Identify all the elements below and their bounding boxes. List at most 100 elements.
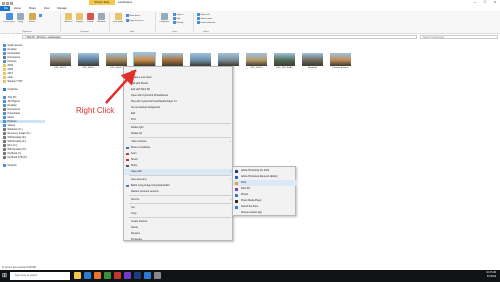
taskbar-app-icon[interactable] xyxy=(104,272,111,279)
open-with-item[interactable]: Choose another app xyxy=(233,210,297,216)
sidebar-item[interactable]: Windows (C:) xyxy=(3,128,23,131)
image-thumbnail[interactable]: DSC_0502-1 xyxy=(246,53,267,70)
start-button[interactable]: ⊞ xyxy=(2,273,8,279)
new-item-button[interactable]: New item ▾ xyxy=(126,14,140,17)
edit-button[interactable]: Edit xyxy=(173,17,180,20)
sidebar-item[interactable]: WD Desktop (F:) xyxy=(3,140,26,143)
rename-button[interactable]: Rename xyxy=(97,13,106,23)
folder-icon xyxy=(3,124,6,127)
taskbar-app-icon[interactable] xyxy=(154,272,161,279)
minimize-button[interactable]: — xyxy=(470,0,480,5)
thumbnail-image xyxy=(274,53,295,66)
image-thumbnail[interactable]: DSC_0462-1 xyxy=(78,53,99,70)
delete-button[interactable]: Delete xyxy=(86,13,95,23)
image-thumbnail[interactable]: DSC_0452-1 xyxy=(50,53,71,70)
copy-to-icon xyxy=(76,13,83,20)
taskbar-app-icon[interactable] xyxy=(134,272,141,279)
sidebar-item[interactable]: edits xyxy=(3,76,13,79)
thumbnail-image xyxy=(302,53,323,66)
sidebar-item[interactable]: Downloads xyxy=(3,52,20,55)
shred-icon xyxy=(126,158,129,162)
taskbar-app-icon[interactable] xyxy=(114,272,121,279)
paste-button[interactable]: Paste xyxy=(27,13,37,23)
context-menu-item[interactable]: Properties xyxy=(124,237,234,243)
taskbar-app-icon[interactable] xyxy=(84,272,91,279)
sidebar-item[interactable]: Network xyxy=(3,164,17,167)
sidebar-item[interactable]: 3D Objects xyxy=(3,100,20,103)
properties-icon xyxy=(161,13,168,20)
image-thumbnail[interactable]: Phoenix Buttress xyxy=(330,53,351,70)
cloud-icon xyxy=(126,146,129,150)
new-folder-icon[interactable] xyxy=(10,1,13,5)
sidebar-item[interactable]: ETL (G:) xyxy=(3,144,17,147)
thumbnail-image xyxy=(50,53,71,66)
new-group-label: New xyxy=(130,31,135,33)
sidebar-item[interactable]: Recovery Image (D:) xyxy=(3,132,31,135)
sidebar-item[interactable]: Pictures xyxy=(0,120,45,123)
picture-tools-tab[interactable]: Picture Tools xyxy=(89,0,115,5)
sidebar-item[interactable]: Documents xyxy=(3,56,20,59)
sidebar-item[interactable]: Downloads xyxy=(3,112,20,115)
new-folder-button[interactable]: New folder xyxy=(113,13,123,23)
pin-quick-access-button[interactable]: Pin to Quick access xyxy=(3,13,15,23)
cut-button[interactable] xyxy=(39,14,43,17)
folder-icon xyxy=(3,96,6,99)
sidebar-item[interactable]: Desktop xyxy=(3,104,17,107)
clipboard-group-label: Clipboard xyxy=(22,31,32,33)
invert-selection-button[interactable]: Invert selection xyxy=(197,21,215,24)
taskbar-app-icon[interactable] xyxy=(94,272,101,279)
taskbar-app-icon[interactable] xyxy=(144,272,151,279)
sidebar-item[interactable]: My Book 3TB (K:) xyxy=(3,156,27,159)
sidebar-item[interactable]: 2019 xyxy=(3,64,13,67)
folder-icon xyxy=(3,156,6,159)
address-bar[interactable]: › This PC › Pictures › Landscapes xyxy=(22,35,417,39)
sidebar-item[interactable]: OneDrive xyxy=(3,88,18,91)
sidebar-item[interactable]: WD Desktop (H:) xyxy=(3,148,26,151)
copy-to-button[interactable]: Copy to xyxy=(75,13,84,23)
select-all-button[interactable]: Select all xyxy=(197,13,209,16)
thumbnail-caption: DSC_0502-1 xyxy=(250,67,263,69)
sidebar-item[interactable]: Pictures xyxy=(3,60,17,63)
search-input[interactable]: Search Landscapes xyxy=(420,35,498,39)
copy-button[interactable]: Copy xyxy=(16,13,25,23)
forward-button[interactable]: → xyxy=(7,35,10,39)
easy-access-button[interactable]: Easy access ▾ xyxy=(126,19,144,22)
sidebar-item[interactable]: Desktop xyxy=(3,48,17,51)
sidebar-item[interactable]: 2018 xyxy=(3,68,13,71)
sidebar-item[interactable]: This PC xyxy=(3,96,16,99)
up-button[interactable]: ↑ xyxy=(12,35,14,39)
taskbar-search-input[interactable]: Type here to search xyxy=(10,272,70,280)
image-thumbnail[interactable]: DSC_0517 E&AC xyxy=(274,53,295,70)
folder-icon xyxy=(3,144,6,147)
sidebar-item[interactable]: Documents xyxy=(3,108,20,111)
open-button[interactable]: Open ▾ xyxy=(173,13,184,16)
folder-icon[interactable] xyxy=(2,1,5,5)
thumbnail-image xyxy=(190,53,211,66)
back-button[interactable]: ← xyxy=(2,35,5,39)
history-icon xyxy=(173,21,176,24)
image-thumbnail[interactable]: Northfield xyxy=(302,53,323,70)
copy-icon xyxy=(17,13,24,20)
clock[interactable]: 10:47 AM 6/7/2019 xyxy=(486,272,496,279)
select-all-icon xyxy=(197,13,200,16)
move-to-button[interactable]: Move to xyxy=(64,13,73,23)
sidebar-item[interactable]: Videos xyxy=(3,124,15,127)
sidebar-item[interactable]: My Book (I:) xyxy=(3,152,21,155)
sidebar-item[interactable]: Quick access xyxy=(3,44,22,47)
taskbar-app-icon[interactable] xyxy=(124,272,131,279)
quick-access-toolbar[interactable] xyxy=(0,1,13,5)
properties-icon[interactable] xyxy=(6,1,9,5)
folder-icon xyxy=(3,80,6,83)
sidebar-item[interactable]: Music xyxy=(3,116,14,119)
sidebar-item[interactable]: Weekly T 537 xyxy=(3,80,23,83)
app-icon xyxy=(235,193,238,197)
navigation-pane: Quick access Desktop Downloads Documents Pic… xyxy=(0,42,45,266)
sidebar-item[interactable]: 2017 xyxy=(3,72,13,75)
properties-button[interactable]: Properties xyxy=(159,13,170,23)
select-none-button[interactable]: Select none xyxy=(197,17,212,20)
history-button[interactable]: History xyxy=(173,21,183,24)
taskbar-app-icon[interactable] xyxy=(74,272,81,279)
maximize-button[interactable]: ☐ xyxy=(480,0,490,5)
sidebar-item[interactable]: WD Desktop (E:) xyxy=(3,136,26,139)
close-button[interactable]: ✕ xyxy=(490,0,500,5)
